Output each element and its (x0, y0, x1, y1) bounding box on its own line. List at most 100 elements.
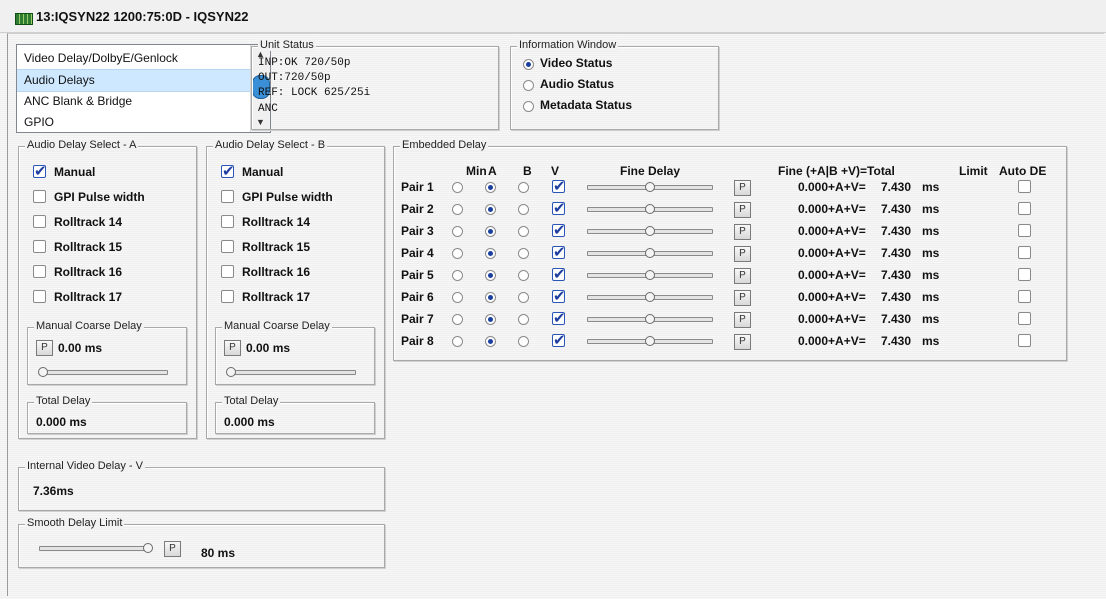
pair-7-checkbox-auto-de[interactable] (1018, 312, 1031, 325)
pair-1-radio-min[interactable] (452, 182, 463, 193)
pair-2-radio-b[interactable] (518, 204, 529, 215)
pair-3-checkbox-v[interactable] (552, 221, 566, 239)
pair-8-radio-min[interactable] (452, 336, 463, 347)
b-coarse-slider-knob[interactable] (226, 367, 236, 377)
checkbox-b-gpi-pulse[interactable] (221, 190, 234, 203)
list-item-gpio[interactable]: GPIO (17, 112, 256, 133)
pair-3-radio-a[interactable] (485, 226, 496, 237)
checkbox-b-rolltrack-16[interactable] (221, 265, 234, 278)
pair-7-radio-min[interactable] (452, 314, 463, 325)
pair-6-fine-delay-knob[interactable] (645, 292, 655, 302)
pair-8-radio-b[interactable] (518, 336, 529, 347)
pair-3-checkbox-auto-de[interactable] (1018, 224, 1031, 237)
pair-6-radio-min[interactable] (452, 292, 463, 303)
checkbox-a-rolltrack-15[interactable] (33, 240, 46, 253)
header-total: Fine (+A|B +V)=Total (778, 164, 895, 178)
pair-2-radio-min[interactable] (452, 204, 463, 215)
pair-4-radio-b[interactable] (518, 248, 529, 259)
pair-6-checkbox-auto-de[interactable] (1018, 290, 1031, 303)
pair-6-radio-a[interactable] (485, 292, 496, 303)
pair-2-preset-button[interactable]: P (734, 202, 751, 218)
pair-5-radio-b[interactable] (518, 270, 529, 281)
pair-7-radio-b[interactable] (518, 314, 529, 325)
pair-2-checkbox-auto-de[interactable] (1018, 202, 1031, 215)
a-coarse-preset-button[interactable]: P (36, 340, 53, 356)
pair-5-label: Pair 5 (401, 268, 434, 282)
pair-4-radio-min[interactable] (452, 248, 463, 259)
pair-3-radio-b[interactable] (518, 226, 529, 237)
pair-2-label: Pair 2 (401, 202, 434, 216)
a-coarse-slider-track[interactable] (40, 370, 168, 375)
pair-7-preset-button[interactable]: P (734, 312, 751, 328)
pair-7-label: Pair 7 (401, 312, 434, 326)
pair-1-fine-delay-knob[interactable] (645, 182, 655, 192)
checkbox-b-rolltrack-15[interactable] (221, 240, 234, 253)
header-a: A (488, 164, 497, 178)
a-rolltrack-17-label: Rolltrack 17 (54, 290, 123, 304)
a-coarse-slider-knob[interactable] (38, 367, 48, 377)
pair-1-checkbox-auto-de[interactable] (1018, 180, 1031, 193)
pair-6-checkbox-v[interactable] (552, 287, 566, 305)
pair-4-checkbox-auto-de[interactable] (1018, 246, 1031, 259)
pair-4-preset-button[interactable]: P (734, 246, 751, 262)
a-manual-coarse-delay-group: Manual Coarse Delay P 0.00 ms (27, 320, 187, 385)
pair-5-fine-delay-knob[interactable] (645, 270, 655, 280)
pair-3-preset-button[interactable]: P (734, 224, 751, 240)
pair-5-radio-a[interactable] (485, 270, 496, 281)
pair-6-preset-button[interactable]: P (734, 290, 751, 306)
pair-8-checkbox-auto-de[interactable] (1018, 334, 1031, 347)
pair-5-checkbox-v[interactable] (552, 265, 566, 283)
b-rolltrack-17-label: Rolltrack 17 (242, 290, 311, 304)
b-coarse-slider-track[interactable] (228, 370, 356, 375)
smooth-limit-slider-knob[interactable] (143, 543, 153, 553)
pair-7-fine-delay-knob[interactable] (645, 314, 655, 324)
pair-5-checkbox-auto-de[interactable] (1018, 268, 1031, 281)
checkbox-b-rolltrack-17[interactable] (221, 290, 234, 303)
pair-1-preset-button[interactable]: P (734, 180, 751, 196)
menu-listbox[interactable]: Video Delay/DolbyE/Genlock Audio Delays … (16, 44, 271, 133)
pair-5-preset-button[interactable]: P (734, 268, 751, 284)
pair-8-fine-delay-knob[interactable] (645, 336, 655, 346)
list-item-anc-blank[interactable]: ANC Blank & Bridge (17, 91, 256, 112)
smooth-limit-slider-track[interactable] (39, 546, 149, 551)
radio-audio-status[interactable] (523, 80, 534, 91)
checkbox-b-rolltrack-14[interactable] (221, 215, 234, 228)
checkbox-a-gpi-pulse[interactable] (33, 190, 46, 203)
pair-4-checkbox-v[interactable] (552, 243, 566, 261)
pair-6-radio-b[interactable] (518, 292, 529, 303)
pair-8-checkbox-v[interactable] (552, 331, 566, 349)
pair-8-radio-a[interactable] (485, 336, 496, 347)
list-item-audio-delays[interactable]: Audio Delays (17, 69, 256, 92)
checkbox-a-rolltrack-16[interactable] (33, 265, 46, 278)
pair-8-preset-button[interactable]: P (734, 334, 751, 350)
a-rolltrack-15-label: Rolltrack 15 (54, 240, 123, 254)
metadata-status-label: Metadata Status (540, 98, 633, 112)
pair-7-checkbox-v[interactable] (552, 309, 566, 327)
checkbox-a-rolltrack-14[interactable] (33, 215, 46, 228)
pair-2-fine-delay-knob[interactable] (645, 204, 655, 214)
pair-7-radio-a[interactable] (485, 314, 496, 325)
pair-5-radio-min[interactable] (452, 270, 463, 281)
smooth-limit-preset-button[interactable]: P (164, 541, 181, 557)
a-manual-label: Manual (54, 165, 96, 179)
b-rolltrack-16-label: Rolltrack 16 (242, 265, 311, 279)
list-item-video-delay[interactable]: Video Delay/DolbyE/Genlock (17, 48, 256, 69)
radio-metadata-status[interactable] (523, 101, 534, 112)
pair-4-radio-a[interactable] (485, 248, 496, 259)
checkbox-a-manual[interactable] (33, 162, 47, 180)
b-coarse-preset-button[interactable]: P (224, 340, 241, 356)
pair-1-radio-b[interactable] (518, 182, 529, 193)
pair-4-fine-delay-knob[interactable] (645, 248, 655, 258)
pair-2-radio-a[interactable] (485, 204, 496, 215)
pair-2-checkbox-v[interactable] (552, 199, 566, 217)
pair-1-checkbox-v[interactable] (552, 177, 566, 195)
pair-3-radio-min[interactable] (452, 226, 463, 237)
pair-3-fine-delay-knob[interactable] (645, 226, 655, 236)
pair-1-radio-a[interactable] (485, 182, 496, 193)
audio-delay-select-b-title: Audio Delay Select - B (213, 139, 328, 151)
pair-7-total-value: 7.430 (881, 312, 912, 326)
radio-video-status[interactable] (523, 59, 534, 70)
checkbox-b-manual[interactable] (221, 162, 235, 180)
checkbox-a-rolltrack-17[interactable] (33, 290, 46, 303)
pair-7-formula: 0.000+A+V= (798, 312, 866, 326)
